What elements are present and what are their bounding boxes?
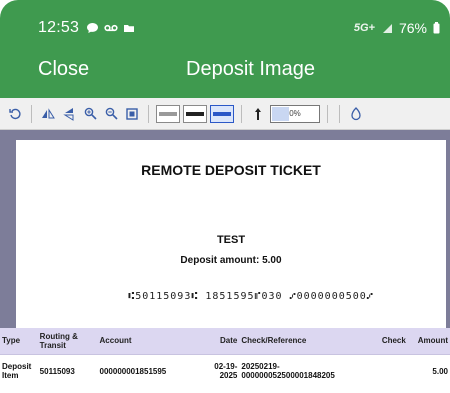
column-header-date: Date	[206, 328, 240, 355]
zoom-level-field[interactable]: 0%	[270, 104, 320, 123]
battery-icon	[433, 22, 440, 34]
table-header-row: Type Routing & Transit Account Date Chec…	[0, 328, 450, 355]
toolbar-divider	[327, 104, 328, 123]
close-button[interactable]: Close	[38, 58, 89, 81]
zoom-in-icon[interactable]	[81, 105, 99, 123]
table-row[interactable]: Deposit Item 50115093 000000001851595 02…	[0, 354, 450, 388]
zoom-level-value: 0%	[289, 108, 301, 118]
cell-reference: 20250219-000000052500001848205	[241, 362, 335, 381]
column-header-type: Type	[0, 328, 38, 355]
status-time: 12:53	[38, 19, 80, 36]
cell-type: Deposit Item	[2, 362, 32, 381]
chat-icon	[87, 23, 99, 33]
page-title: Deposit Image	[186, 58, 315, 80]
cell-account: 000000001851595	[99, 366, 167, 376]
cell-amount: 5.00	[432, 366, 448, 376]
network-label: 5G+	[353, 22, 375, 34]
cell-routing: 50115093	[39, 366, 75, 376]
toolbar-divider	[241, 104, 242, 123]
toolbar-divider	[31, 104, 32, 123]
flip-vertical-icon[interactable]	[60, 105, 78, 123]
folder-icon	[124, 25, 135, 32]
column-header-reference: Check/Reference	[239, 328, 364, 355]
app-bar: 12:53 5G+ 76% Close Deposit Image	[0, 0, 450, 98]
fit-page-icon[interactable]	[123, 105, 141, 123]
notification-icons	[86, 22, 135, 34]
ticket-amount: Deposit amount: 5.00	[180, 255, 282, 266]
flip-horizontal-icon[interactable]	[39, 105, 57, 123]
column-header-amount: Amount	[407, 328, 450, 355]
color-view-icon[interactable]	[210, 104, 234, 123]
toolbar-divider	[148, 104, 149, 123]
status-right: 5G+ 76%	[354, 20, 440, 36]
column-header-check: Check	[363, 328, 408, 355]
micr-line: ⑆50115093⑆ 1851595⑈030 ⑇0000000500⑇	[128, 291, 374, 302]
battery-percent: 76%	[398, 20, 427, 36]
column-header-account: Account	[97, 328, 207, 355]
cell-check	[364, 354, 408, 388]
rotate-left-icon[interactable]	[6, 105, 24, 123]
zoom-out-icon[interactable]	[102, 105, 120, 123]
column-header-routing: Routing & Transit	[37, 328, 98, 355]
deposit-items-table: Type Routing & Transit Account Date Chec…	[0, 328, 450, 393]
voicemail-icon	[104, 24, 118, 32]
ticket-name: TEST	[216, 234, 246, 246]
grayscale-view-icon[interactable]	[156, 104, 180, 123]
nav-row: Close Deposit Image	[38, 58, 440, 84]
adjust-icon[interactable]	[347, 105, 365, 123]
deposit-ticket-image: REMOTE DEPOSIT TICKET TEST Deposit amoun…	[16, 140, 446, 328]
signal-icon	[382, 23, 392, 33]
ticket-title: REMOTE DEPOSIT TICKET	[141, 162, 321, 178]
status-bar: 12:53 5G+ 76%	[38, 18, 440, 38]
cell-date: 02-19-2025	[214, 362, 238, 381]
toolbar-divider	[339, 104, 340, 123]
viewer-toolbar: 0%	[0, 98, 450, 130]
brightness-icon[interactable]	[249, 105, 267, 123]
black-white-view-icon[interactable]	[183, 104, 207, 123]
image-viewer: REMOTE DEPOSIT TICKET TEST Deposit amoun…	[0, 130, 450, 328]
